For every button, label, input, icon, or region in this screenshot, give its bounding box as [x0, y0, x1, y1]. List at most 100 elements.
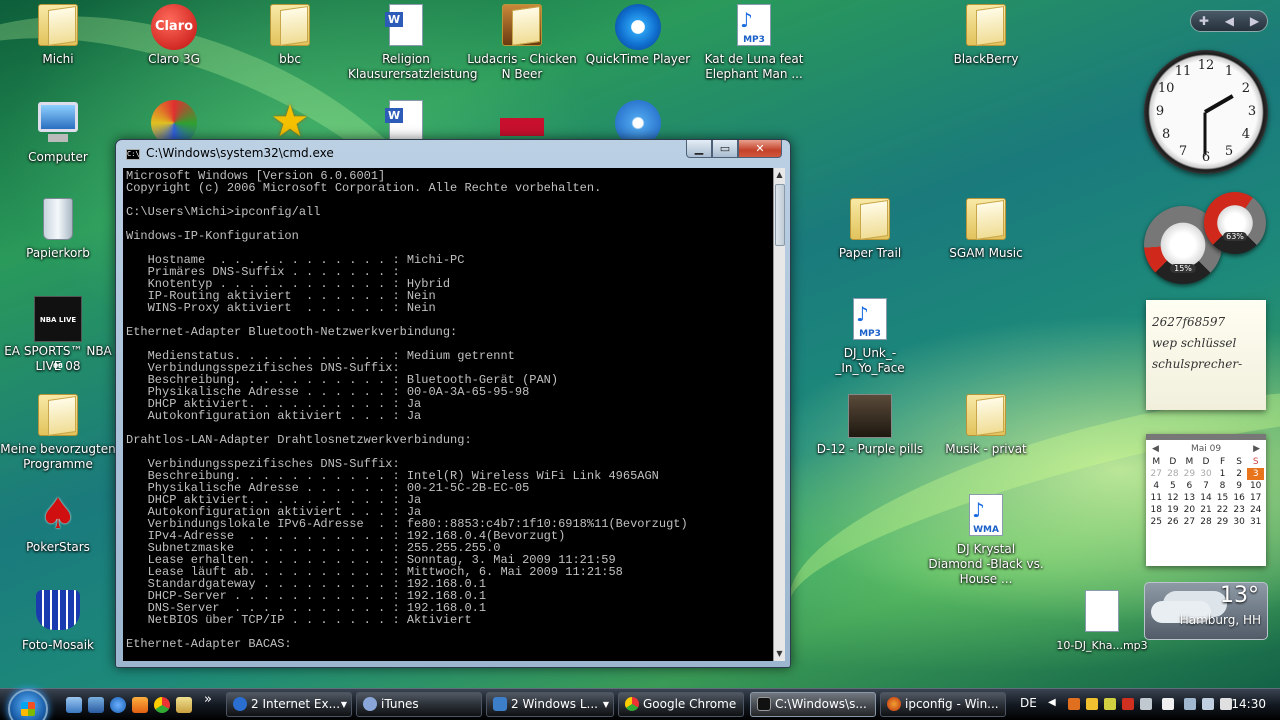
- calendar-day[interactable]: 25: [1148, 516, 1165, 528]
- switch-windows-icon[interactable]: [88, 697, 104, 713]
- add-gadget-icon[interactable]: ✚: [1199, 14, 1209, 28]
- search-tray-icon[interactable]: [1104, 698, 1116, 710]
- taskbar-button-itunes[interactable]: iTunes: [356, 692, 482, 717]
- prev-month-icon[interactable]: ◀: [1152, 444, 1159, 454]
- scroll-up-icon[interactable]: ▲: [774, 168, 785, 182]
- internet-explorer-icon[interactable]: [110, 697, 126, 713]
- desktop-icon-foto-mosaik[interactable]: Foto-Mosaik: [0, 590, 116, 653]
- volume-icon[interactable]: [1220, 698, 1232, 710]
- calendar-day[interactable]: 7: [1198, 480, 1215, 492]
- clock-gadget[interactable]: 12 1 2 3 4 5 6 7 8 9 10 11: [1144, 50, 1268, 174]
- desktop-icon-sgam-music[interactable]: SGAM Music: [928, 198, 1044, 261]
- calendar-day[interactable]: 27: [1148, 468, 1165, 480]
- desktop-icon-dj-kha[interactable]: 10-DJ_Kha...mp3: [1044, 590, 1160, 653]
- calendar-day[interactable]: 3: [1247, 468, 1264, 480]
- calendar-day[interactable]: 22: [1214, 504, 1231, 516]
- calendar-day[interactable]: 18: [1148, 504, 1165, 516]
- calendar-day[interactable]: 2: [1231, 468, 1248, 480]
- desktop-icon-d12[interactable]: D-12 - Purple pills: [812, 394, 928, 457]
- tray-icon[interactable]: [1086, 698, 1098, 710]
- calendar-day[interactable]: 29: [1181, 468, 1198, 480]
- taskbar-clock[interactable]: 14:30: [1231, 697, 1266, 711]
- calendar-day[interactable]: 13: [1181, 492, 1198, 504]
- calendar-day[interactable]: 4: [1148, 480, 1165, 492]
- calendar-day[interactable]: 14: [1198, 492, 1215, 504]
- next-month-icon[interactable]: ▶: [1253, 444, 1260, 454]
- taskbar-button-internet-explorer[interactable]: 2 Internet Ex... ▼: [226, 692, 352, 717]
- taskbar-button-google-chrome[interactable]: Google Chrome: [618, 692, 744, 717]
- close-button[interactable]: ✕: [738, 140, 782, 158]
- desktop-icon-michi[interactable]: Michi: [0, 4, 116, 67]
- cmd-titlebar[interactable]: C:\ C:\Windows\system32\cmd.exe ▁ ▭ ✕: [116, 140, 790, 166]
- desktop-icon-computer[interactable]: Computer: [0, 102, 116, 165]
- vertical-scrollbar[interactable]: ▲ ▼: [773, 168, 785, 661]
- scroll-down-icon[interactable]: ▼: [774, 647, 785, 661]
- calendar-day[interactable]: 24: [1247, 504, 1264, 516]
- desktop-icon-nba-live[interactable]: NBA LIVE 08 EA SPORTS™ NBA LIVE 08: [0, 296, 116, 374]
- calendar-day[interactable]: 17: [1247, 492, 1264, 504]
- calendar-day[interactable]: 30: [1198, 468, 1215, 480]
- calendar-day[interactable]: 5: [1165, 480, 1182, 492]
- desktop-icon-religion[interactable]: Religion Klausurersatzleistung: [348, 4, 477, 82]
- tray-icon[interactable]: [1202, 698, 1214, 710]
- calendar-gadget[interactable]: ◀ Mai 09 ▶ M D M D F S S 27 28 29 30 1 2 3 4 5 6 7 8 9 10 11 1…: [1146, 434, 1266, 566]
- desktop-icon-papierkorb[interactable]: Papierkorb: [0, 198, 116, 261]
- desktop-icon-quicktime[interactable]: QuickTime Player: [580, 4, 696, 67]
- cmd-window-icon[interactable]: C:\: [126, 149, 140, 160]
- calendar-day[interactable]: 16: [1231, 492, 1248, 504]
- notes-gadget[interactable]: 2627f68597 wep schlüssel schulsprecher-: [1146, 300, 1266, 410]
- tray-expand-icon[interactable]: ◀: [1048, 697, 1060, 709]
- desktop-icon-blackberry[interactable]: BlackBerry: [928, 4, 1044, 67]
- ram-meter-gadget[interactable]: 63%: [1204, 192, 1266, 254]
- desktop-icon-kat-de-luna[interactable]: ♪ MP3 Kat de Luna feat Elephant Man ...: [696, 4, 812, 82]
- desktop-icon-bbc[interactable]: bbc: [232, 4, 348, 67]
- calendar-day[interactable]: 21: [1198, 504, 1215, 516]
- calendar-day[interactable]: 31: [1247, 516, 1264, 528]
- desktop-icon-dj-unk[interactable]: ♪ MP3 DJ_Unk_-_In_Yo_Face: [812, 298, 928, 376]
- language-indicator[interactable]: DE: [1020, 696, 1037, 710]
- calendar-day[interactable]: 8: [1214, 480, 1231, 492]
- tray-icon[interactable]: [1162, 698, 1174, 710]
- taskbar-button-cmd[interactable]: C:\Windows\s...: [750, 692, 876, 717]
- show-desktop-icon[interactable]: [66, 697, 82, 713]
- calendar-day[interactable]: 30: [1231, 516, 1248, 528]
- weather-gadget[interactable]: 13° Hamburg, HH: [1144, 582, 1268, 640]
- calendar-day[interactable]: 10: [1247, 480, 1264, 492]
- calendar-day[interactable]: 28: [1165, 468, 1182, 480]
- desktop-icon-pokerstars[interactable]: ♠ PokerStars: [0, 492, 116, 555]
- folder-quicklaunch-icon[interactable]: [176, 697, 192, 713]
- desktop-icon-musik-privat[interactable]: Musik - privat: [928, 394, 1044, 457]
- media-player-quicklaunch-icon[interactable]: [132, 697, 148, 713]
- tray-icon[interactable]: [1122, 698, 1134, 710]
- tray-icon[interactable]: [1140, 698, 1152, 710]
- taskbar-button-windows-live[interactable]: 2 Windows L... ▼: [486, 692, 614, 717]
- desktop-icon-bevorzugte-programme[interactable]: Meine bevorzugten Programme: [0, 394, 116, 472]
- cmd-window[interactable]: C:\ C:\Windows\system32\cmd.exe ▁ ▭ ✕ Mi…: [115, 139, 791, 668]
- maximize-button[interactable]: ▭: [712, 140, 738, 158]
- scroll-thumb[interactable]: [775, 184, 785, 246]
- calendar-day[interactable]: 6: [1181, 480, 1198, 492]
- console-output-area[interactable]: Microsoft Windows [Version 6.0.6001] Cop…: [123, 168, 773, 661]
- calendar-day[interactable]: 23: [1231, 504, 1248, 516]
- calendar-day[interactable]: 27: [1181, 516, 1198, 528]
- calendar-day[interactable]: 1: [1214, 468, 1231, 480]
- calendar-day[interactable]: 19: [1165, 504, 1182, 516]
- calendar-day[interactable]: 26: [1165, 516, 1182, 528]
- calendar-day[interactable]: 11: [1148, 492, 1165, 504]
- calendar-day[interactable]: 15: [1214, 492, 1231, 504]
- taskbar-button-ipconfig[interactable]: ipconfig - Win...: [880, 692, 1006, 717]
- calendar-day[interactable]: 29: [1214, 516, 1231, 528]
- network-icon[interactable]: [1184, 698, 1196, 710]
- tray-icon[interactable]: [1068, 698, 1080, 710]
- calendar-day[interactable]: 9: [1231, 480, 1248, 492]
- next-gadget-icon[interactable]: ▶: [1250, 14, 1259, 28]
- prev-gadget-icon[interactable]: ◀: [1225, 14, 1234, 28]
- desktop-icon-dj-krystal[interactable]: ♪ WMA DJ Krystal Diamond -Black vs. House…: [928, 494, 1044, 587]
- desktop-icon-claro-3g[interactable]: Claro Claro 3G: [116, 4, 232, 67]
- quicklaunch-overflow[interactable]: »: [204, 692, 212, 707]
- minimize-button[interactable]: ▁: [686, 140, 712, 158]
- desktop-icon-paper-trail[interactable]: Paper Trail: [812, 198, 928, 261]
- desktop-icon-ludacris[interactable]: Ludacris - Chicken N Beer: [464, 4, 580, 82]
- calendar-day[interactable]: 20: [1181, 504, 1198, 516]
- chrome-quicklaunch-icon[interactable]: [154, 697, 170, 713]
